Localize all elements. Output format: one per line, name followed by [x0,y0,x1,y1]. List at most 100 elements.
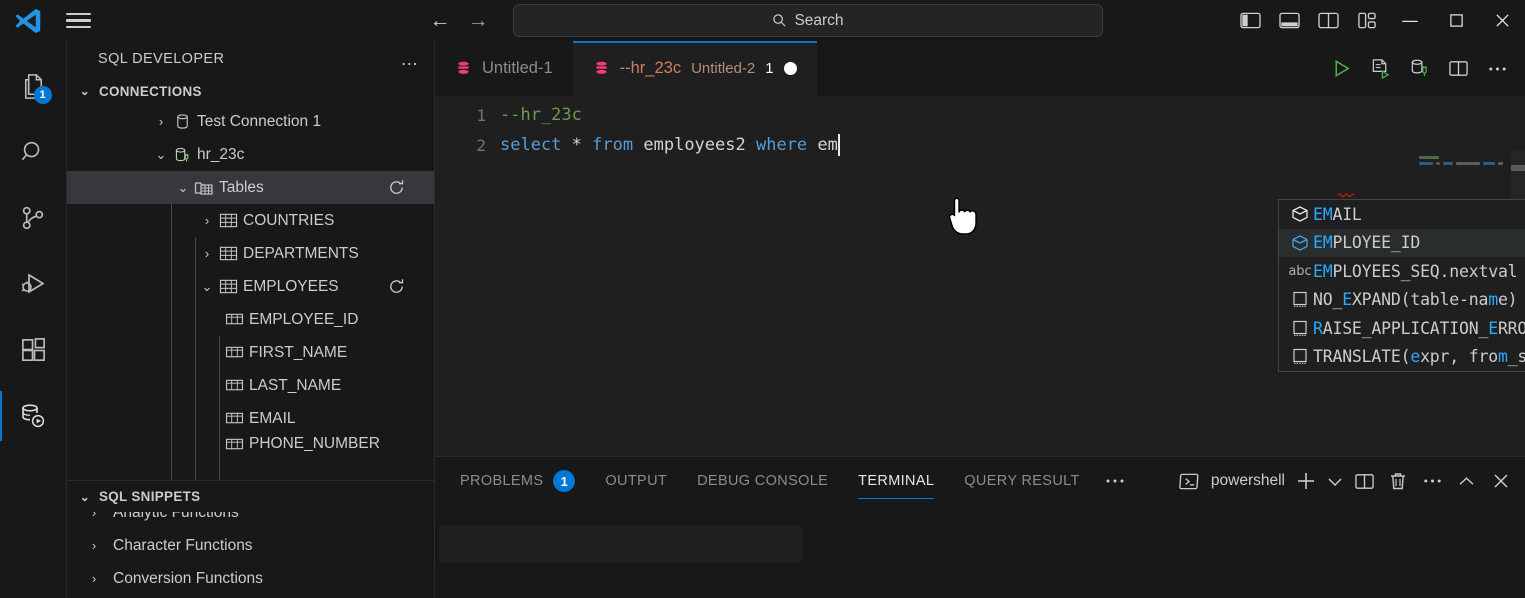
tab-untitled-1[interactable]: Untitled-1 [435,41,573,96]
run-statement-button[interactable] [1322,41,1361,96]
activitybar-item-source-control[interactable] [0,185,67,251]
tree-item-email[interactable]: EMAIL [67,402,434,435]
editor-actions [1322,41,1517,96]
tab-dirty-indicator[interactable] [784,62,797,75]
suggest-item-email[interactable]: EMAIL [1279,200,1525,229]
split-terminal-button[interactable] [1347,457,1381,505]
tree-item-last-name[interactable]: LAST_NAME [67,369,434,402]
editor-more-actions-button[interactable] [1478,41,1517,96]
customize-layout-button[interactable] [1348,0,1387,41]
tree-item-employees[interactable]: ⌄ EMPLOYEES [67,270,434,303]
suggest-item-no-expand[interactable]: NO_EXPAND(table-name) NO_EXPAND(table-na… [1279,286,1525,315]
suggest-match: EM [1313,262,1332,281]
activitybar-item-explorer[interactable]: 1 [0,53,67,119]
vscode-logo-icon [0,0,56,41]
toggle-secondary-sidebar-button[interactable] [1309,0,1348,41]
suggest-item-raise-application-error[interactable]: RAISE_APPLICATION_ERROR [examp… RAISE_AP… [1279,314,1525,343]
tree-item-test-connection-1[interactable]: › Test Connection 1 [67,105,434,138]
close-panel-button[interactable] [1483,457,1519,505]
terminal-body[interactable] [435,505,1525,598]
hamburger-menu-icon[interactable] [56,0,100,41]
suggest-item-employee-id[interactable]: EMPLOYEE_ID [1279,229,1525,258]
sidebar-more-actions-icon[interactable]: … [400,54,420,64]
explorer-badge: 1 [34,86,52,104]
back-button[interactable]: ← [428,10,452,31]
section-connections[interactable]: ⌄ CONNECTIONS [67,77,434,105]
snippet-label: Analytic Functions [113,512,239,522]
suggest-rest: AISE_APPLICATION_ [1323,319,1488,338]
new-terminal-button[interactable] [1289,457,1323,505]
search-placeholder: Search [794,12,843,30]
tree-item-hr-23c[interactable]: ⌄ hr_23c [67,138,434,171]
run-script-button[interactable] [1361,41,1400,96]
suggest-widget[interactable]: EMAIL EMPLOYEE_ID abc EMPLOYEES_SEQ.next… [1278,199,1525,372]
tab-query-result[interactable]: QUERY RESULT [949,457,1094,505]
snippet-item-conversion-functions[interactable]: › Conversion Functions [67,562,434,595]
navigation-arrows: ← → [428,0,490,41]
suggest-rest: PLOYEE_ID [1332,233,1420,252]
suggest-pre: NO_ [1313,290,1342,309]
sql-snippets-header[interactable]: ⌄ SQL SNIPPETS [67,481,434,512]
terminal-type-icon [1173,457,1207,505]
tab-title: Untitled-2 [691,60,755,77]
maximize-panel-button[interactable] [1449,457,1483,505]
snippet-item-analytic-functions[interactable]: › Analytic Functions [67,512,434,529]
debug-icon [18,269,48,299]
tree-item-tables[interactable]: ⌄ Tables [67,171,434,204]
tree-item-departments[interactable]: › DEPARTMENTS [67,237,434,270]
snippet-item-character-functions[interactable]: › Character Functions [67,529,434,562]
tab-debug-console[interactable]: DEBUG CONSOLE [682,457,843,505]
tab-terminal[interactable]: TERMINAL [843,457,949,505]
tab-untitled-2[interactable]: --hr_23c Untitled-2 1 [573,41,817,96]
refresh-icon[interactable] [387,178,406,197]
terminal-profile-dropdown-button[interactable] [1323,457,1347,505]
tree-item-label: LAST_NAME [249,377,341,395]
chevron-right-icon: › [198,213,216,228]
tree-item-employee-id[interactable]: EMPLOYEE_ID [67,303,434,336]
tree-item-phone-number[interactable]: PHONE_NUMBER [67,435,434,453]
activitybar-item-search[interactable] [0,119,67,185]
code-token-em: em [817,135,837,155]
panel-more-actions-button[interactable] [1415,457,1449,505]
activitybar-item-sql-developer[interactable] [0,383,67,449]
activity-bar: 1 [0,41,67,598]
suggest-match: E [1342,290,1352,309]
minimize-button[interactable]: — [1387,0,1433,41]
toggle-primary-sidebar-button[interactable] [1231,0,1270,41]
code-token-star: * [572,135,582,155]
kill-terminal-button[interactable] [1381,457,1415,505]
tree-item-label: FIRST_NAME [249,344,347,362]
snippet-label: Conversion Functions [113,570,263,588]
activitybar-item-run-and-debug[interactable] [0,251,67,317]
terminal-name[interactable]: powershell [1207,472,1289,490]
panel-tab-label: PROBLEMS [460,473,543,489]
suggest-item-employees-seq[interactable]: abc EMPLOYEES_SEQ.nextval [1279,257,1525,286]
maximize-button[interactable] [1433,0,1479,41]
panel-tabs-more-button[interactable] [1095,457,1135,505]
split-editor-button[interactable] [1439,41,1478,96]
tab-problems[interactable]: PROBLEMS 1 [435,457,590,505]
tab-output[interactable]: OUTPUT [590,457,682,505]
tree-item-label: EMAIL [249,410,296,428]
snippet-label: Character Functions [113,537,253,555]
abc-icon: abc [1287,264,1313,279]
suggest-tail: RROR [examp… [1498,319,1525,338]
forward-button[interactable]: → [466,10,490,31]
search-input[interactable]: Search [513,4,1103,37]
suggest-tail: e) [1498,290,1517,309]
suggest-match: e [1410,347,1420,366]
connect-database-button[interactable] [1400,41,1439,96]
close-button[interactable] [1479,0,1525,41]
refresh-icon[interactable] [387,277,406,296]
bottom-panel: PROBLEMS 1 OUTPUT DEBUG CONSOLE TERMINAL… [435,456,1525,598]
tree-item-countries[interactable]: › COUNTRIES [67,204,434,237]
tree-item-first-name[interactable]: FIRST_NAME [67,336,434,369]
toggle-panel-button[interactable] [1270,0,1309,41]
chevron-right-icon: › [85,512,103,520]
suggest-match: R [1313,319,1323,338]
suggest-item-translate[interactable]: TRANSLATE(expr, from_string, to_st… TRAN… [1279,343,1525,372]
sidebar-title: SQL DEVELOPER [98,51,224,67]
activitybar-item-extensions[interactable] [0,317,67,383]
search-icon [772,13,787,28]
panel-tab-bar: PROBLEMS 1 OUTPUT DEBUG CONSOLE TERMINAL… [435,457,1525,505]
